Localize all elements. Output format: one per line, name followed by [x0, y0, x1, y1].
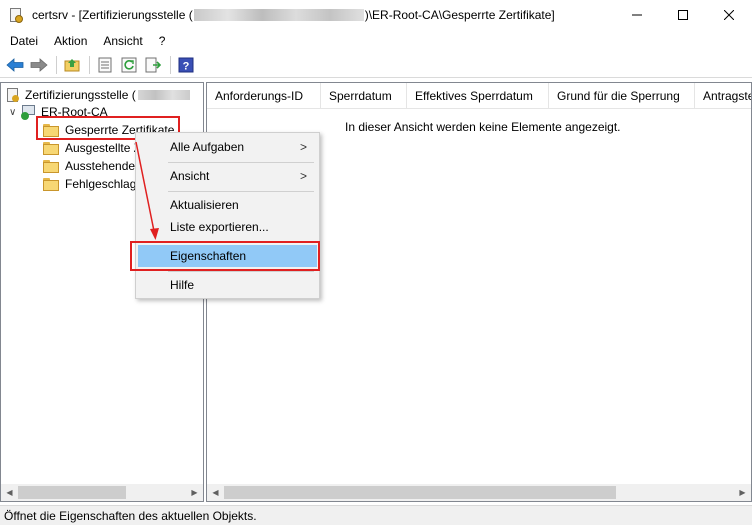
ca-server-icon — [21, 104, 37, 120]
tree-item-ausgestellte-zertifikate[interactable]: Ausgestellte Z — [43, 139, 141, 157]
svg-text:?: ? — [183, 60, 190, 72]
menu-separator — [168, 271, 314, 272]
title-bar: certsrv - [Zertifizierungsstelle ()\ER-R… — [0, 0, 752, 30]
export-list-button[interactable] — [142, 54, 164, 76]
column-header-anforderungs-id[interactable]: Anforderungs-ID — [207, 83, 321, 109]
toolbar-separator — [56, 55, 57, 74]
context-menu: Alle Aufgaben > Ansicht > Aktualisieren … — [135, 132, 320, 299]
column-header-grund-fuer-sperrung[interactable]: Grund für die Sperrung — [549, 83, 695, 109]
properties-icon — [98, 57, 112, 72]
close-icon — [724, 10, 734, 20]
forward-button[interactable] — [28, 54, 50, 76]
menu-separator — [168, 191, 314, 192]
tree-horizontal-scrollbar[interactable]: ◀ ▶ — [1, 484, 203, 501]
refresh-icon — [121, 57, 137, 72]
close-button[interactable] — [706, 0, 752, 30]
list-horizontal-scrollbar[interactable]: ◀ ▶ — [207, 484, 751, 501]
help-button[interactable]: ? — [175, 54, 197, 76]
toolbar-separator — [89, 55, 90, 74]
column-header-antragsteller[interactable]: Antragste — [695, 83, 751, 109]
toolbar: ? — [0, 52, 752, 78]
menu-separator — [168, 162, 314, 163]
expand-chevron-icon[interactable]: ∨ — [9, 107, 19, 118]
help-icon: ? — [178, 57, 194, 72]
tree-item-label: Fehlgeschlag — [65, 177, 137, 191]
context-menu-hilfe[interactable]: Hilfe — [138, 274, 317, 296]
column-header-sperrdatum[interactable]: Sperrdatum — [321, 83, 407, 109]
status-bar: Öffnet die Eigenschaften des aktuellen O… — [0, 505, 752, 525]
scroll-right-icon[interactable]: ▶ — [734, 484, 751, 501]
menu-ansicht[interactable]: Ansicht — [95, 30, 150, 52]
certsrv-app-icon[interactable] — [8, 7, 24, 23]
redacted-server-name — [137, 90, 190, 100]
tree-item-label: Ausstehende — [65, 159, 136, 173]
tree-root[interactable]: Zertifizierungsstelle ( — [5, 86, 190, 104]
tree-item-fehlgeschlagene-anforderungen[interactable]: Fehlgeschlag — [43, 175, 136, 193]
empty-view-message: In dieser Ansicht werden keine Elemente … — [345, 120, 621, 134]
tree-item-ausstehende-anforderungen[interactable]: Ausstehende — [43, 157, 135, 175]
column-headers: Anforderungs-ID Sperrdatum Effektives Sp… — [207, 83, 751, 109]
scroll-right-icon[interactable]: ▶ — [186, 484, 203, 501]
back-arrow-icon — [6, 57, 24, 72]
properties-button[interactable] — [94, 54, 116, 76]
maximize-icon — [678, 10, 688, 20]
context-menu-ansicht[interactable]: Ansicht > — [138, 165, 317, 187]
back-button[interactable] — [4, 54, 26, 76]
refresh-button[interactable] — [118, 54, 140, 76]
scrollbar-thumb[interactable] — [18, 486, 126, 499]
maximize-button[interactable] — [660, 0, 706, 30]
certificate-authority-icon — [5, 87, 21, 103]
menu-bar: Datei Aktion Ansicht ? — [0, 30, 752, 52]
minimize-icon — [632, 14, 642, 16]
menu-help[interactable]: ? — [151, 30, 174, 52]
menu-aktion[interactable]: Aktion — [46, 30, 95, 52]
scroll-left-icon[interactable]: ◀ — [207, 484, 224, 501]
context-menu-alle-aufgaben[interactable]: Alle Aufgaben > — [138, 136, 317, 158]
export-list-icon — [145, 57, 161, 72]
toolbar-separator — [170, 55, 171, 74]
context-menu-liste-exportieren[interactable]: Liste exportieren... — [138, 216, 317, 238]
submenu-arrow-icon: > — [299, 169, 307, 183]
context-menu-aktualisieren[interactable]: Aktualisieren — [138, 194, 317, 216]
window-title: certsrv - [Zertifizierungsstelle ()\ER-R… — [32, 8, 555, 22]
tree-root-label: Zertifizierungsstelle ( — [25, 88, 136, 102]
redacted-server-name — [193, 9, 364, 21]
submenu-arrow-icon: > — [299, 140, 307, 154]
minimize-button[interactable] — [614, 0, 660, 30]
annotation-highlight-eigenschaften — [130, 241, 320, 271]
up-folder-icon — [64, 58, 80, 71]
menu-datei[interactable]: Datei — [0, 30, 46, 52]
forward-arrow-icon — [30, 57, 48, 72]
folder-icon — [43, 141, 59, 155]
tree-item-label: Ausgestellte Z — [65, 141, 142, 155]
folder-icon — [43, 159, 59, 173]
scrollbar-thumb[interactable] — [224, 486, 616, 499]
scroll-left-icon[interactable]: ◀ — [1, 484, 18, 501]
up-folder-button[interactable] — [61, 54, 83, 76]
column-header-effektives-sperrdatum[interactable]: Effektives Sperrdatum — [407, 83, 549, 109]
folder-icon — [43, 177, 59, 191]
